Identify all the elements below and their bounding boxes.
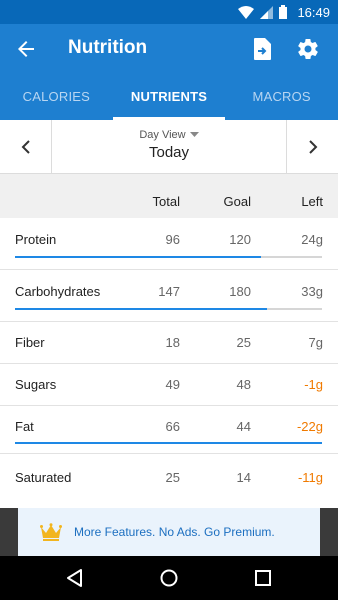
nutrient-left: -11g <box>297 470 323 485</box>
table-header: Total Goal Left <box>0 174 338 218</box>
nutrient-name: Carbohydrates <box>15 284 101 299</box>
progress-track <box>15 308 322 310</box>
tab-nutrients[interactable]: NUTRIENTS <box>112 74 226 120</box>
nutrient-total: 49 <box>165 377 180 392</box>
crown-icon <box>40 523 62 541</box>
page-title: Nutrition <box>68 37 148 58</box>
chevron-right-icon <box>308 139 317 154</box>
progress-fill <box>15 256 261 258</box>
promo-container: More Features. No Ads. Go Premium. <box>0 508 338 556</box>
nutrient-left: -1g <box>304 377 323 392</box>
promo-text: More Features. No Ads. Go Premium. <box>74 525 275 539</box>
nutrient-row-saturated[interactable]: Saturated 25 14 -11g <box>0 454 338 500</box>
nutrient-row-fiber[interactable]: Fiber 18 25 7g <box>0 322 338 364</box>
system-nav-bar <box>0 556 338 600</box>
tab-macros[interactable]: MACROS <box>225 74 338 120</box>
nutrient-goal: 48 <box>236 377 251 392</box>
nutrient-row-carbohydrates[interactable]: Carbohydrates 147 180 33g <box>0 270 338 322</box>
nutrient-name: Fat <box>15 419 34 434</box>
progress-track <box>15 256 322 258</box>
nutrient-row-sugars[interactable]: Sugars 49 48 -1g <box>0 364 338 406</box>
column-left: Left <box>301 194 323 209</box>
nav-back-icon[interactable] <box>65 568 85 588</box>
back-arrow-icon[interactable] <box>14 37 38 61</box>
nav-recents-icon[interactable] <box>253 568 273 588</box>
selected-date: Today <box>148 144 190 161</box>
premium-banner[interactable]: More Features. No Ads. Go Premium. <box>18 508 320 556</box>
nutrient-left: 24g <box>301 232 323 247</box>
nutrient-goal: 120 <box>229 232 251 247</box>
dropdown-triangle-icon <box>189 132 199 137</box>
nutrient-total: 147 <box>158 284 180 299</box>
nav-home-icon[interactable] <box>159 568 179 588</box>
status-bar: 16:49 <box>0 0 338 24</box>
nutrient-name: Sugars <box>15 377 57 392</box>
day-view-selector[interactable]: Day View Today <box>52 120 286 173</box>
gear-icon[interactable] <box>296 37 320 61</box>
progress-fill <box>15 308 267 310</box>
nutrient-total: 25 <box>165 470 180 485</box>
tab-calories[interactable]: CALORIES <box>0 74 113 120</box>
nutrient-total: 96 <box>165 232 180 247</box>
wifi-icon <box>238 5 255 19</box>
nutrient-goal: 44 <box>236 419 251 434</box>
nutrient-row-fat[interactable]: Fat 66 44 -22g <box>0 406 338 454</box>
app-bar: Nutrition <box>0 24 338 74</box>
day-view-label: Day View <box>139 129 186 141</box>
nutrient-goal: 25 <box>236 335 251 350</box>
status-icons: 16:49 <box>238 3 330 21</box>
column-goal: Goal <box>223 194 251 209</box>
nutrient-goal: 14 <box>236 470 251 485</box>
nutrient-goal: 180 <box>229 284 251 299</box>
day-navigator: Day View Today <box>0 120 338 174</box>
export-file-icon[interactable] <box>252 37 274 61</box>
battery-icon <box>279 5 288 19</box>
status-time: 16:49 <box>297 4 330 20</box>
nutrient-left: -22g <box>296 419 323 434</box>
progress-track <box>15 442 322 444</box>
nutrient-name: Protein <box>15 232 57 247</box>
progress-fill <box>15 442 322 444</box>
column-total: Total <box>152 194 180 209</box>
nutrient-row-protein[interactable]: Protein 96 120 24g <box>0 218 338 270</box>
next-day-button[interactable] <box>286 120 338 173</box>
nutrient-left: 33g <box>301 284 323 299</box>
nutrient-name: Saturated <box>15 470 72 485</box>
nutrient-total: 66 <box>165 419 180 434</box>
nutrient-left: 7g <box>308 335 323 350</box>
chevron-left-icon <box>21 139 30 154</box>
nutrient-name: Fiber <box>15 335 45 350</box>
tab-bar: CALORIES NUTRIENTS MACROS <box>0 74 338 120</box>
nutrient-total: 18 <box>165 335 180 350</box>
previous-day-button[interactable] <box>0 120 52 173</box>
nutrient-table: Protein 96 120 24g Carbohydrates 147 180… <box>0 218 338 508</box>
signal-icon <box>260 5 274 19</box>
